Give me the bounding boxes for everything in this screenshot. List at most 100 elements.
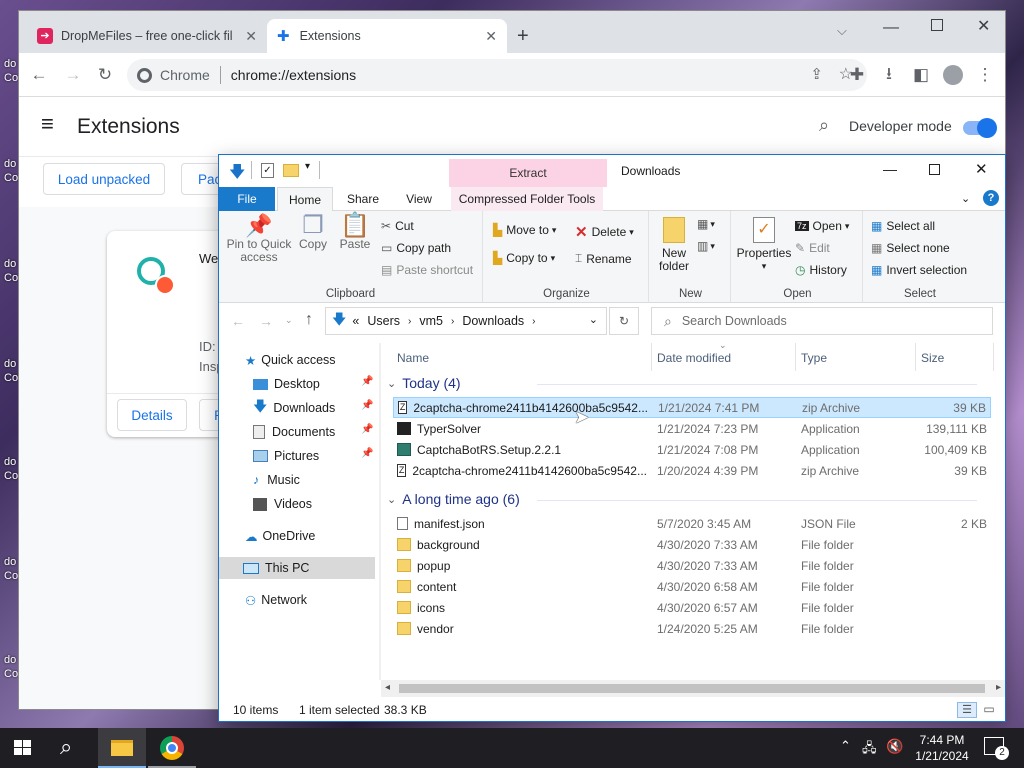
pin-quick-access-button[interactable]: 📌 Pin to Quick access — [225, 215, 293, 264]
tab-home[interactable]: Home — [277, 187, 333, 212]
address-bar[interactable]: 🡇 « Users › vm5 › Downloads › ⌄ — [325, 307, 607, 335]
nav-music[interactable]: ♪ Music — [253, 469, 300, 491]
file-row[interactable]: vendor 1/24/2020 5:25 AM File folder — [393, 618, 991, 639]
nav-quick-access[interactable]: ★ Quick access — [245, 349, 336, 371]
group-header-long-ago[interactable]: ⌄ A long time ago (6) — [387, 491, 977, 507]
paste-shortcut-button[interactable]: ▤ Paste shortcut — [381, 263, 473, 277]
profile-avatar-icon[interactable] — [941, 63, 965, 87]
maximize-button[interactable] — [931, 19, 943, 31]
copy-to-button[interactable]: ▙ Copy to ▾ — [493, 251, 555, 265]
search-box[interactable]: ⌕ Search Downloads — [651, 307, 993, 335]
copy-button[interactable]: ❐ Copy — [295, 214, 331, 251]
nav-onedrive[interactable]: ☁ OneDrive — [245, 525, 315, 547]
rename-button[interactable]: ⌶ Rename — [575, 251, 632, 266]
breadcrumb-downloads[interactable]: Downloads — [462, 314, 524, 328]
nav-network[interactable]: ⚇ Network — [245, 589, 307, 611]
notification-center-icon[interactable]: 2 — [984, 737, 1009, 760]
down-arrow-icon[interactable]: 🡇 — [229, 161, 245, 188]
tab-search-chevron-icon[interactable]: ⌵ — [837, 23, 847, 39]
tab-share[interactable]: Share — [337, 187, 389, 211]
invert-selection-button[interactable]: ▦ Invert selection — [871, 263, 967, 277]
taskbar-file-explorer[interactable] — [98, 728, 146, 768]
nav-documents[interactable]: Documents — [253, 421, 335, 443]
scroll-right-arrow-icon[interactable]: ▸ — [996, 682, 1001, 693]
column-header-type[interactable]: Type — [801, 351, 827, 365]
edit-button[interactable]: ✎ Edit — [795, 241, 830, 255]
file-row[interactable]: Z 2captcha-chrome2411b4142600ba5c9542... 1… — [393, 460, 991, 481]
tab-view[interactable]: View — [393, 187, 445, 211]
windows-start-icon[interactable] — [14, 740, 32, 756]
search-icon[interactable]: ⌕ — [819, 115, 829, 136]
taskbar-chrome[interactable] — [148, 728, 196, 768]
select-all-button[interactable]: ▦ Select all — [871, 219, 935, 233]
large-icons-view-icon[interactable]: ▭ — [981, 702, 997, 718]
refresh-icon[interactable]: ↻ — [609, 307, 639, 335]
maximize-button[interactable] — [929, 164, 940, 175]
nav-downloads[interactable]: 🡇 Downloads — [253, 397, 335, 419]
nav-desktop[interactable]: Desktop — [253, 373, 320, 395]
collapse-ribbon-chevron-icon[interactable]: ⌄ — [961, 192, 970, 205]
new-folder-icon[interactable] — [283, 164, 299, 177]
details-view-icon[interactable]: ☰ — [957, 702, 977, 718]
more-menu-icon[interactable]: ⋮ — [973, 63, 997, 87]
horizontal-scrollbar[interactable]: ◂ ▸ — [381, 680, 1005, 697]
load-unpacked-button[interactable]: Load unpacked — [43, 163, 165, 195]
details-button[interactable]: Details — [117, 399, 187, 431]
file-row[interactable]: icons 4/30/2020 6:57 AM File folder — [393, 597, 991, 618]
tray-chevron-up-icon[interactable]: ⌃ — [840, 738, 851, 754]
clock[interactable]: 7:44 PM 1/21/2024 — [912, 732, 972, 764]
developer-mode-toggle[interactable] — [963, 118, 997, 138]
select-none-button[interactable]: ▦ Select none — [871, 241, 950, 255]
search-icon[interactable]: ⌕ — [60, 734, 72, 760]
easy-access-button[interactable]: ▥ ▾ — [697, 239, 715, 253]
file-row[interactable]: TyperSolver 1/21/2024 7:23 PM Application 1… — [393, 418, 991, 439]
file-row[interactable]: manifest.json 5/7/2020 3:45 AM JSON File 2 … — [393, 513, 991, 534]
tab-extensions[interactable]: ✚ Extensions ✕ — [267, 19, 507, 53]
cut-button[interactable]: ✂ Cut — [381, 219, 414, 233]
column-header-date[interactable]: Date modified — [657, 351, 731, 365]
back-arrow-icon[interactable]: ← — [27, 63, 51, 87]
address-bar[interactable]: Chrome chrome://extensions ⇪ ☆ — [127, 59, 867, 91]
properties-check-icon[interactable]: ✓ — [261, 163, 274, 178]
menu-hamburger-icon[interactable]: ≡ — [41, 111, 54, 137]
forward-arrow-icon[interactable]: → — [259, 313, 273, 329]
new-folder-button[interactable]: New folder — [655, 217, 693, 273]
breadcrumb-separator-icon[interactable]: › — [408, 316, 411, 327]
network-tray-icon[interactable]: 🖧 — [862, 739, 877, 761]
file-row[interactable]: Z 2captcha-chrome2411b4142600ba5c9542... 1… — [393, 397, 991, 418]
minimize-button[interactable]: — — [883, 161, 897, 177]
file-row[interactable]: content 4/30/2020 6:58 AM File folder — [393, 576, 991, 597]
breadcrumb-separator-icon[interactable]: › — [451, 316, 454, 327]
new-item-button[interactable]: ▦ ▾ — [697, 217, 715, 231]
move-to-button[interactable]: ▙ Move to ▾ — [493, 223, 556, 237]
properties-button[interactable]: ✓ Properties ▾ — [735, 217, 793, 273]
open-button[interactable]: 7z Open ▾ — [795, 219, 849, 233]
column-header-size[interactable]: Size — [921, 351, 944, 365]
nav-this-pc[interactable]: This PC — [219, 557, 375, 579]
file-row[interactable]: background 4/30/2020 7:33 AM File folder — [393, 534, 991, 555]
copy-path-button[interactable]: ▭ Copy path — [381, 241, 451, 255]
volume-muted-icon[interactable]: 🔇 — [886, 738, 903, 755]
file-row[interactable]: CaptchaBotRS.Setup.2.2.1 1/21/2024 7:08 P… — [393, 439, 991, 460]
forward-arrow-icon[interactable]: → — [61, 63, 85, 87]
side-panel-icon[interactable]: ◧ — [909, 63, 933, 87]
close-window-button[interactable]: ✕ — [977, 16, 990, 36]
breadcrumb-vm5[interactable]: vm5 — [419, 314, 443, 328]
history-button[interactable]: ◷ History — [795, 263, 847, 277]
tab-file[interactable]: File — [219, 187, 275, 211]
column-header-name[interactable]: Name — [397, 351, 429, 365]
nav-pictures[interactable]: Pictures — [253, 445, 319, 467]
scrollbar-thumb[interactable] — [399, 684, 985, 693]
paste-button[interactable]: 📋 Paste — [335, 214, 375, 251]
address-dropdown-chevron-icon[interactable]: ⌄ — [589, 313, 598, 326]
breadcrumb-users[interactable]: Users — [367, 314, 400, 328]
close-tab-icon[interactable]: ✕ — [245, 28, 257, 45]
tab-compressed-folder-tools[interactable]: Compressed Folder Tools — [451, 187, 603, 211]
reload-icon[interactable]: ↻ — [93, 63, 117, 87]
help-icon[interactable]: ? — [983, 190, 999, 206]
scroll-left-arrow-icon[interactable]: ◂ — [385, 682, 390, 693]
close-window-button[interactable]: ✕ — [975, 160, 988, 178]
group-header-today[interactable]: ⌄ Today (4) — [387, 375, 977, 391]
new-tab-button[interactable]: + — [517, 25, 529, 48]
recent-locations-chevron-icon[interactable]: ⌄ — [285, 315, 293, 326]
